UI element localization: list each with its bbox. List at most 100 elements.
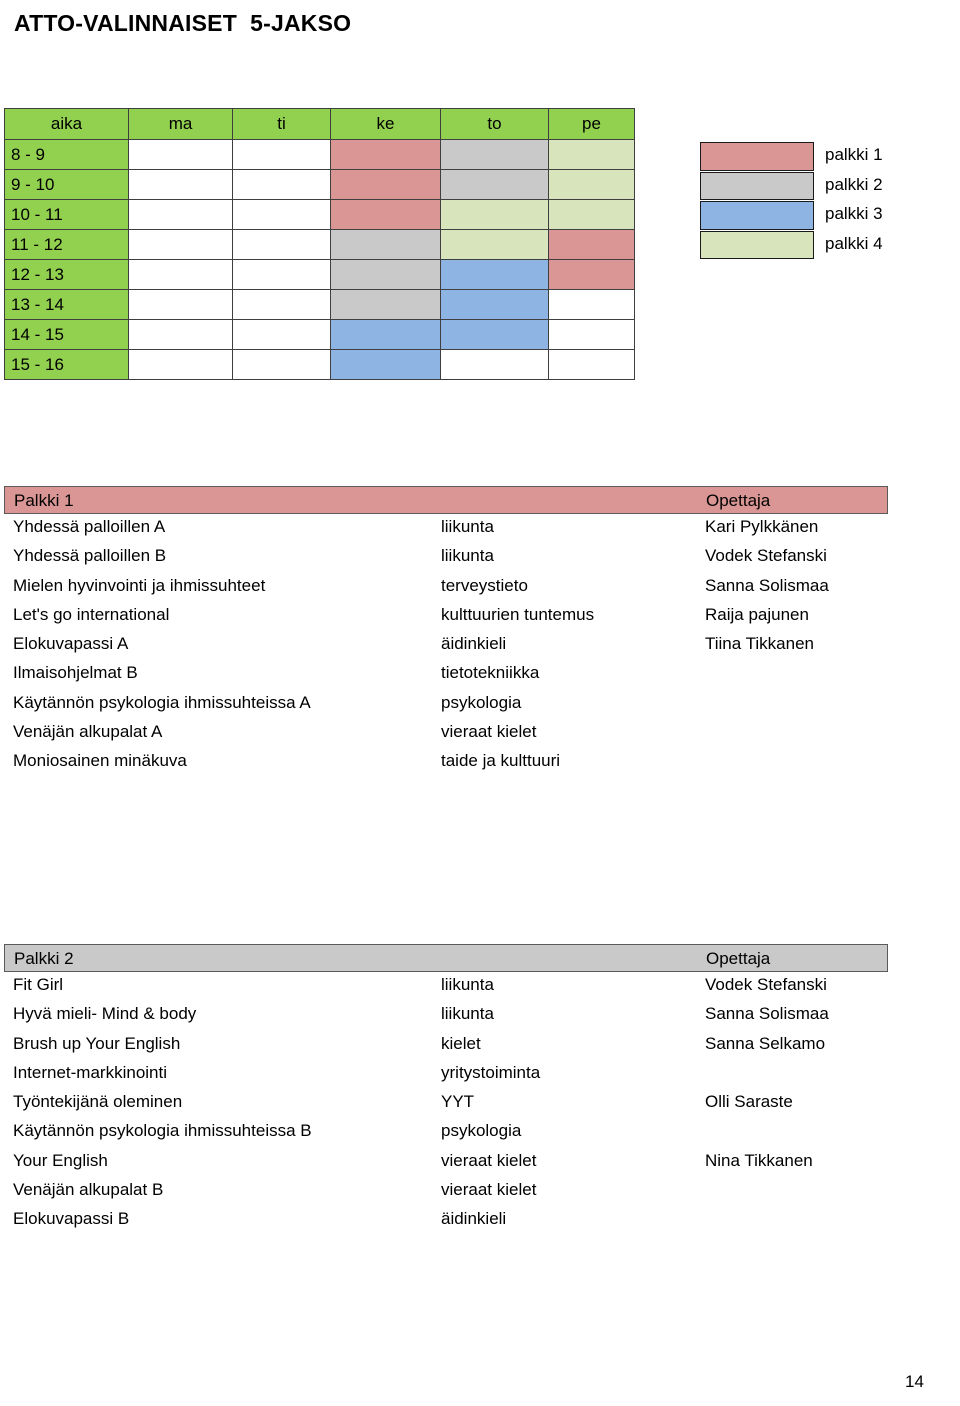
palkki-1-header: Palkki 1 Opettaja bbox=[4, 486, 888, 514]
course-name: Venäjän alkupalat B bbox=[13, 1180, 164, 1200]
page-title: ATTO-VALINNAISET 5-JAKSO bbox=[14, 10, 352, 36]
course-name: Elokuvapassi A bbox=[13, 634, 129, 654]
course-subject: vieraat kielet bbox=[441, 1150, 537, 1170]
timetable-cell-ti-3 bbox=[232, 229, 331, 260]
table-row: Moniosainen minäkuva taide ja kulttuuri bbox=[4, 748, 888, 777]
timetable-cell-ma-2 bbox=[128, 199, 233, 230]
timetable-cell-ti-5 bbox=[232, 289, 331, 320]
table-row: Käytännön psykologia ihmissuhteissa B psy… bbox=[4, 1118, 888, 1147]
timetable-cell-pe-1 bbox=[548, 169, 635, 200]
timetable-col-header-aika: aika bbox=[4, 108, 129, 140]
timetable-col-header-ma: ma bbox=[128, 108, 233, 140]
timetable-cell-ti-2 bbox=[232, 199, 331, 230]
course-teacher: Raija pajunen bbox=[705, 604, 809, 624]
course-name: Let's go international bbox=[13, 604, 170, 624]
timetable-cell-pe-5 bbox=[548, 289, 635, 320]
timetable-row: 9 - 10 bbox=[4, 169, 635, 200]
course-subject: kulttuurien tuntemus bbox=[441, 604, 595, 624]
course-name: Yhdessä palloillen B bbox=[13, 546, 167, 566]
timetable-cell-ma-3 bbox=[128, 229, 233, 260]
table-row: Hyvä mieli- Mind & body liikunta Sanna Sol… bbox=[4, 1001, 888, 1030]
timetable-time-label: 9 - 10 bbox=[4, 169, 129, 200]
timetable-cell-pe-4 bbox=[548, 259, 635, 290]
course-subject: tietotekniikka bbox=[441, 663, 540, 683]
palkki-1-rows: Yhdessä palloillen A liikunta Kari Pylkkän… bbox=[4, 514, 888, 778]
course-subject: YYT bbox=[441, 1092, 475, 1112]
timetable-col-header-to: to bbox=[440, 108, 549, 140]
palkki-1-table: Palkki 1 Opettaja Yhdessä palloillen A li… bbox=[4, 486, 888, 778]
course-subject: yritystoiminta bbox=[441, 1062, 541, 1082]
timetable-time-label: 15 - 16 bbox=[4, 349, 129, 380]
timetable-row: 13 - 14 bbox=[4, 289, 635, 320]
table-row: Elokuvapassi A äidinkieli Tiina Tikkanen bbox=[4, 631, 888, 660]
course-name: Käytännön psykologia ihmissuhteissa A bbox=[13, 692, 311, 712]
timetable-col-header-ti: ti bbox=[232, 108, 331, 140]
course-teacher: Vodek Stefanski bbox=[705, 546, 827, 566]
table-row: Elokuvapassi B äidinkieli bbox=[4, 1206, 888, 1235]
timetable-row: 12 - 13 bbox=[4, 259, 635, 290]
timetable-cell-to-4 bbox=[440, 259, 549, 290]
legend-swatch-p2 bbox=[700, 171, 814, 200]
timetable-cell-ma-4 bbox=[128, 259, 233, 290]
course-name: Fit Girl bbox=[13, 975, 64, 994]
course-teacher: Olli Saraste bbox=[705, 1092, 793, 1112]
timetable-cell-pe-6 bbox=[548, 319, 635, 350]
course-teacher: Kari Pylkkänen bbox=[705, 517, 819, 536]
timetable-cell-ma-5 bbox=[128, 289, 233, 320]
palkki-1-title: Palkki 1 bbox=[14, 491, 74, 510]
timetable-time-label: 13 - 14 bbox=[4, 289, 129, 320]
palkki-2-rows: Fit Girl liikunta Vodek Stefanski Hyvä miel… bbox=[4, 972, 888, 1236]
course-subject: liikunta bbox=[441, 975, 494, 994]
timetable-header-row: aika ma ti ke to pe bbox=[4, 108, 635, 140]
timetable-cell-ke-5 bbox=[330, 289, 441, 320]
timetable-cell-to-5 bbox=[440, 289, 549, 320]
timetable-cell-to-0 bbox=[440, 139, 549, 170]
table-row: Käytännön psykologia ihmissuhteissa A psy… bbox=[4, 690, 888, 719]
legend-swatch-p1 bbox=[700, 142, 814, 171]
timetable-row: 14 - 15 bbox=[4, 319, 635, 350]
timetable-cell-pe-7 bbox=[548, 349, 635, 380]
table-row: Venäjän alkupalat B vieraat kielet bbox=[4, 1177, 888, 1206]
legend-item: palkki 1 bbox=[700, 142, 883, 172]
legend-label: palkki 1 bbox=[825, 145, 883, 164]
course-teacher: Nina Tikkanen bbox=[705, 1150, 813, 1170]
timetable-cell-pe-2 bbox=[548, 199, 635, 230]
course-name: Mielen hyvinvointi ja ihmissuhteet bbox=[13, 575, 266, 595]
timetable-cell-ke-0 bbox=[330, 139, 441, 170]
timetable-cell-ke-3 bbox=[330, 229, 441, 260]
page-number: 14 bbox=[905, 1372, 924, 1391]
timetable-cell-to-3 bbox=[440, 229, 549, 260]
course-teacher: Tiina Tikkanen bbox=[705, 634, 814, 654]
palkki-1-teacher-header: Opettaja bbox=[706, 491, 771, 510]
timetable-cell-ma-0 bbox=[128, 139, 233, 170]
timetable-time-label: 11 - 12 bbox=[4, 229, 129, 260]
course-subject: äidinkieli bbox=[441, 1209, 507, 1229]
legend-label: palkki 2 bbox=[825, 174, 883, 194]
timetable-cell-to-7 bbox=[440, 349, 549, 380]
course-subject: äidinkieli bbox=[441, 634, 507, 654]
legend-label: palkki 3 bbox=[825, 204, 883, 223]
course-teacher: Vodek Stefanski bbox=[705, 975, 827, 994]
course-teacher: Sanna Solismaa bbox=[705, 1004, 829, 1024]
timetable-cell-ti-1 bbox=[232, 169, 331, 200]
timetable-cell-to-6 bbox=[440, 319, 549, 350]
timetable-cell-ti-4 bbox=[232, 259, 331, 290]
palkki-2-table: Palkki 2 Opettaja Fit Girl liikunta Vodek … bbox=[4, 944, 888, 1236]
table-row: Brush up Your English kielet Sanna Selkamo bbox=[4, 1031, 888, 1060]
timetable-col-header-ke: ke bbox=[330, 108, 441, 140]
palkki-2-teacher-header: Opettaja bbox=[706, 949, 771, 968]
legend-swatch-p3 bbox=[700, 201, 814, 230]
timetable-cell-ke-7 bbox=[330, 349, 441, 380]
course-teacher: Sanna Solismaa bbox=[705, 575, 829, 595]
course-subject: vieraat kielet bbox=[441, 1180, 537, 1200]
course-subject: liikunta bbox=[441, 546, 494, 566]
timetable-cell-ke-2 bbox=[330, 199, 441, 230]
legend-label: palkki 4 bbox=[825, 233, 883, 253]
palkki-2-title: Palkki 2 bbox=[14, 949, 74, 968]
course-subject: terveystieto bbox=[441, 575, 528, 595]
timetable-cell-ma-6 bbox=[128, 319, 233, 350]
timetable-cell-ti-0 bbox=[232, 139, 331, 170]
palkki-2-header: Palkki 2 Opettaja bbox=[4, 944, 888, 972]
course-subject: vieraat kielet bbox=[441, 722, 537, 742]
table-row: Fit Girl liikunta Vodek Stefanski bbox=[4, 972, 888, 1001]
